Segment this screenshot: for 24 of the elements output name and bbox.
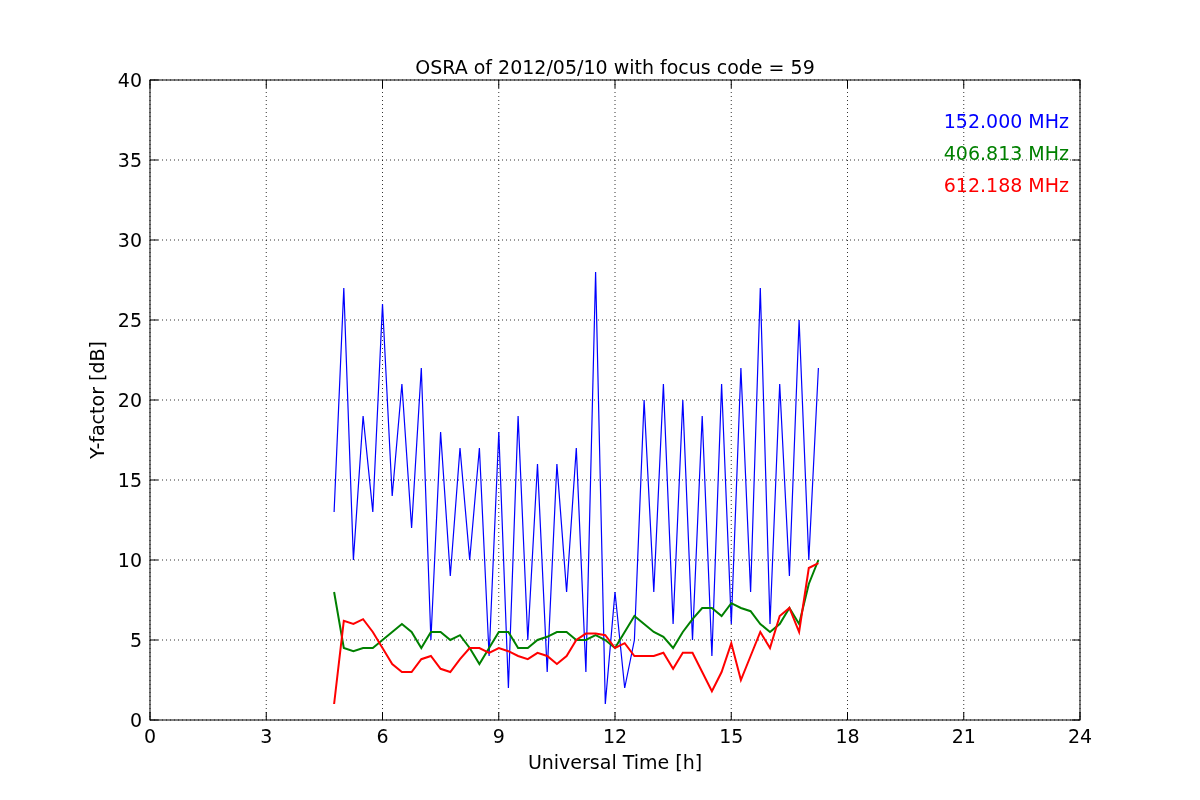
y-tick-label: 15 — [117, 469, 142, 491]
legend-label: 612.188 MHz — [943, 174, 1069, 196]
y-tick-label: 40 — [117, 69, 142, 91]
x-tick-label: 6 — [376, 725, 389, 747]
x-tick-label: 15 — [719, 725, 744, 747]
y-tick-label: 0 — [129, 709, 142, 731]
x-tick-label: 21 — [951, 725, 976, 747]
legend-label: 152.000 MHz — [943, 110, 1069, 132]
x-tick-label: 18 — [835, 725, 860, 747]
x-axis-label: Universal Time [h] — [527, 751, 703, 773]
y-axis-label: Y-factor [dB] — [86, 341, 108, 459]
chart-title: OSRA of 2012/05/10 with focus code = 59 — [415, 56, 815, 78]
x-tick-label: 9 — [492, 725, 505, 747]
y-tick-label: 25 — [117, 309, 142, 331]
y-tick-label: 10 — [117, 549, 142, 571]
x-tick-label: 3 — [260, 725, 273, 747]
y-tick-label: 30 — [117, 229, 142, 251]
y-tick-label: 35 — [117, 149, 142, 171]
y-tick-label: 20 — [117, 389, 142, 411]
x-tick-label: 12 — [602, 725, 628, 747]
x-tick-label: 24 — [1067, 725, 1093, 747]
y-tick-label: 5 — [129, 629, 142, 651]
legend-label: 406.813 MHz — [943, 142, 1069, 164]
x-tick-label: 0 — [143, 725, 157, 747]
